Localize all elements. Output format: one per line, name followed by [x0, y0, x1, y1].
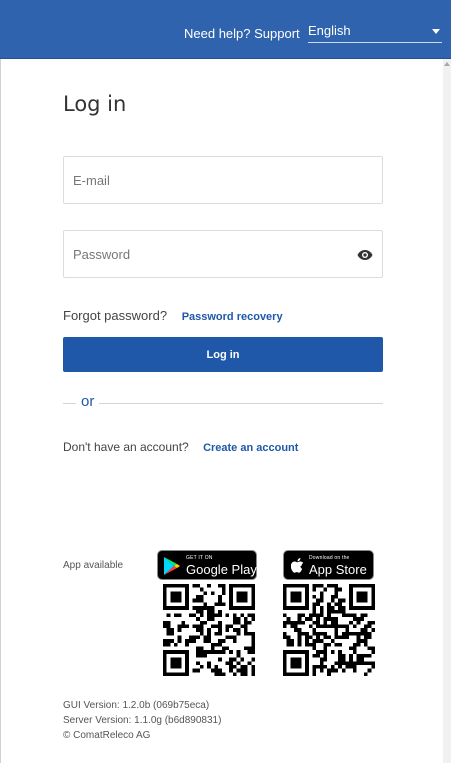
language-select[interactable]: English [308, 20, 442, 43]
server-version: Server Version: 1.1.0g (b6d890831) [63, 715, 222, 726]
page-title: Log in [63, 92, 127, 116]
version-info: GUI Version: 1.2.0b (069b75eca) Server V… [63, 698, 221, 743]
forgot-password-row: Forgot password? Password recovery [63, 308, 283, 323]
email-input[interactable] [64, 157, 382, 203]
or-divider [63, 403, 383, 404]
google-play-icon [164, 557, 180, 575]
app-store-qr-code [283, 584, 375, 676]
gui-version: GUI Version: 1.2.0b (069b75eca) [63, 700, 210, 711]
forgot-password-text: Forgot password? [63, 308, 168, 323]
create-account-link[interactable]: Create an account [203, 442, 298, 454]
eye-icon[interactable] [357, 249, 373, 261]
app-available-label: App available [63, 560, 124, 571]
copyright: © ComatReleco AG [63, 730, 151, 741]
scroll-up-icon[interactable] [444, 62, 450, 66]
email-field[interactable] [63, 156, 383, 204]
app-store-small-text: Download on the [309, 555, 350, 561]
app-store-name: App Store [309, 562, 367, 577]
signup-row: Don't have an account? Create an account [63, 440, 298, 454]
google-play-name: Google Play [186, 562, 257, 577]
support-link[interactable]: Need help? Support [184, 26, 300, 41]
scrollbar[interactable] [443, 59, 451, 763]
language-value: English [308, 23, 351, 38]
password-field[interactable] [63, 230, 383, 278]
app-store-badge[interactable]: Download on the App Store [283, 550, 374, 580]
password-input[interactable] [64, 231, 382, 277]
login-button[interactable]: Log in [63, 337, 383, 372]
caret-down-icon [432, 29, 440, 34]
or-label: or [76, 393, 100, 410]
google-play-small-text: GET IT ON [186, 555, 213, 561]
google-play-badge[interactable]: GET IT ON Google Play [157, 550, 257, 580]
left-border [0, 59, 1, 763]
password-recovery-link[interactable]: Password recovery [182, 311, 283, 323]
google-play-qr-code [163, 584, 255, 676]
top-bar: Need help? Support English [0, 0, 451, 59]
no-account-text: Don't have an account? [63, 440, 189, 454]
apple-icon [291, 558, 304, 573]
